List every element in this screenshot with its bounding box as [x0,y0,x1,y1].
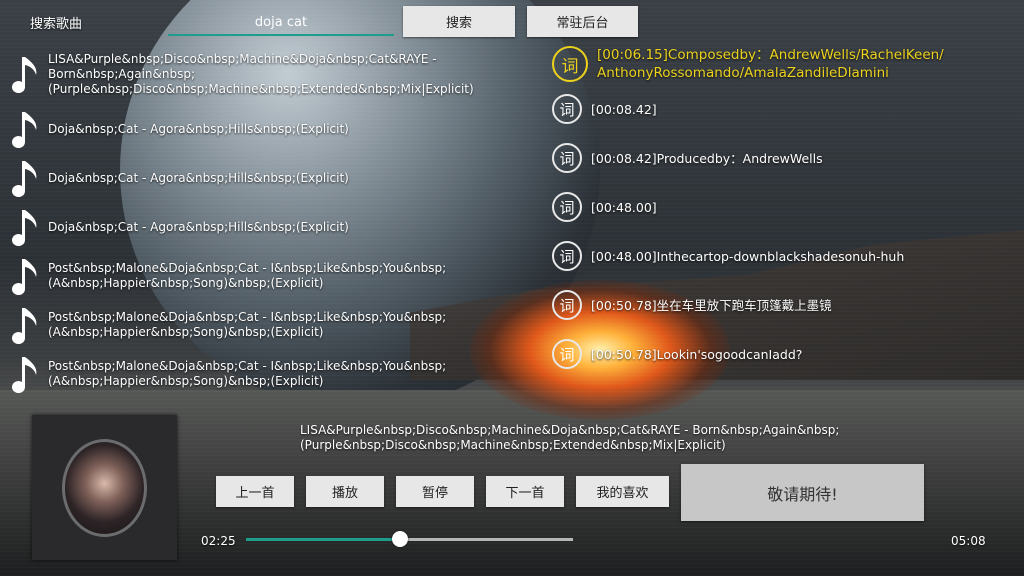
music-note-icon [8,306,42,344]
now-playing-title: LISA&Purple&nbsp;Disco&nbsp;Machine&Doja… [300,423,840,452]
next-track-button[interactable]: 下一首 [486,476,564,507]
current-time: 02:25 [201,534,236,548]
music-note-icon [8,257,42,295]
progress-knob[interactable] [391,531,408,547]
music-note-icon [8,110,42,148]
previous-track-button[interactable]: 上一首 [216,476,294,507]
music-note-icon [8,208,42,246]
lyric-text: [00:06.15]Composedby：AndrewWells/RachelK… [597,47,944,81]
song-list-item[interactable]: Doja&nbsp;Cat - Agora&nbsp;Hills&nbsp;(E… [8,204,478,250]
lyric-badge-icon: 词 [552,143,582,173]
run-in-background-button[interactable]: 常驻后台 [527,6,638,37]
song-list-item[interactable]: Post&nbsp;Malone&Doja&nbsp;Cat - I&nbsp;… [8,302,478,348]
search-input[interactable] [168,10,394,36]
song-title: Post&nbsp;Malone&Doja&nbsp;Cat - I&nbsp;… [48,310,447,339]
lyric-badge-icon: 词 [552,290,582,320]
lyric-text: [00:08.42] [591,101,657,117]
song-list-item[interactable]: Doja&nbsp;Cat - Agora&nbsp;Hills&nbsp;(E… [8,155,478,201]
pause-button[interactable]: 暂停 [396,476,474,507]
lyric-line-active: 词 [00:06.15]Composedby：AndrewWells/Rache… [552,46,1012,82]
lyric-line: 词 [00:50.78]坐在车里放下跑车顶篷戴上墨镜 [552,290,1012,320]
lyric-badge-icon: 词 [552,46,588,82]
song-title: LISA&Purple&nbsp;Disco&nbsp;Machine&Doja… [48,51,474,96]
song-title: Doja&nbsp;Cat - Agora&nbsp;Hills&nbsp;(E… [48,121,349,136]
music-note-icon [8,159,42,197]
lyric-badge-icon: 词 [552,241,582,271]
song-title: Post&nbsp;Malone&Doja&nbsp;Cat - I&nbsp;… [48,261,447,290]
search-button[interactable]: 搜索 [403,6,515,37]
song-list-item[interactable]: Doja&nbsp;Cat - Agora&nbsp;Hills&nbsp;(E… [8,106,478,152]
coming-soon-panel[interactable]: 敬请期待! [681,464,924,521]
play-button[interactable]: 播放 [306,476,384,507]
music-player-app: 搜索歌曲 搜索 常驻后台 LISA&Purple&nbsp;Disco&nbsp… [0,0,1024,576]
lyric-text: [00:50.78]坐在车里放下跑车顶篷戴上墨镜 [591,297,832,313]
lyric-text: [00:50.78]Lookin'sogoodcanIadd? [591,346,803,362]
song-title: Doja&nbsp;Cat - Agora&nbsp;Hills&nbsp;(E… [48,219,349,234]
lyric-line: 词 [00:50.78]Lookin'sogoodcanIadd? [552,339,1012,369]
music-note-icon [8,355,42,393]
lyric-badge-icon: 词 [552,339,582,369]
song-title: Post&nbsp;Malone&Doja&nbsp;Cat - I&nbsp;… [48,359,447,388]
song-title: Doja&nbsp;Cat - Agora&nbsp;Hills&nbsp;(E… [48,170,349,185]
song-list-item[interactable]: LISA&Purple&nbsp;Disco&nbsp;Machine&Doja… [8,50,478,98]
album-cover-art [62,439,147,537]
lyric-line: 词 [00:48.00]Inthecartop-downblackshadeso… [552,241,1012,271]
lyric-badge-icon: 词 [552,94,582,124]
song-list-item[interactable]: Post&nbsp;Malone&Doja&nbsp;Cat - I&nbsp;… [8,351,478,397]
search-label: 搜索歌曲 [30,17,83,32]
lyric-text: [00:48.00] [591,199,657,215]
song-list-item[interactable]: Post&nbsp;Malone&Doja&nbsp;Cat - I&nbsp;… [8,253,478,299]
lyric-text: [00:08.42]Producedby：AndrewWells [591,150,823,166]
album-cover [32,415,177,560]
progress-slider[interactable] [246,531,573,547]
lyric-line: 词 [00:08.42] [552,94,1012,124]
lyric-line: 词 [00:08.42]Producedby：AndrewWells [552,143,1012,173]
total-time: 05:08 [951,534,986,548]
lyric-text: [00:48.00]Inthecartop-downblackshadesonu… [591,248,905,264]
lyric-badge-icon: 词 [552,192,582,222]
lyric-line: 词 [00:48.00] [552,192,1012,222]
music-note-icon [8,55,42,93]
progress-fill [246,538,400,541]
favorites-button[interactable]: 我的喜欢 [576,476,669,507]
